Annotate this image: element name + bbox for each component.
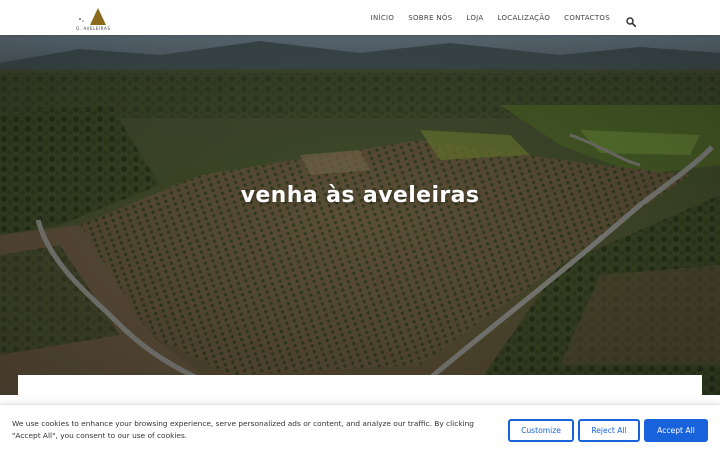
logo-text: Q. AVELEIRAS (76, 25, 111, 31)
nav-item-sobre-nos[interactable]: SOBRE NÓS (408, 14, 452, 22)
main-nav: INÍCIO SOBRE NÓS LOJA LOCALIZAÇÃO CONTAC… (364, 0, 617, 35)
nav-item-contactos[interactable]: CONTACTOS (564, 14, 610, 22)
cookie-banner: We use cookies to enhance your browsing … (0, 404, 720, 450)
cookie-consent-text: We use cookies to enhance your browsing … (12, 419, 475, 440)
hero-landscape-image (0, 35, 720, 395)
hero-banner: venha às aveleiras (0, 35, 720, 395)
search-icon[interactable] (626, 12, 637, 28)
reject-all-button[interactable]: Reject All (578, 419, 640, 442)
nav-item-loja[interactable]: LOJA (466, 14, 483, 22)
nav-item-inicio[interactable]: INÍCIO (371, 14, 395, 22)
site-logo[interactable]: Q. AVELEIRAS (76, 5, 116, 31)
customize-button[interactable]: Customize (508, 419, 574, 442)
logo-triangle-icon (79, 7, 106, 25)
site-header: Q. AVELEIRAS INÍCIO SOBRE NÓS LOJA LOCAL… (0, 0, 720, 35)
hero-title: venha às aveleiras (240, 183, 480, 208)
accept-all-button[interactable]: Accept All (644, 419, 708, 442)
nav-item-localizacao[interactable]: LOCALIZAÇÃO (498, 14, 551, 22)
